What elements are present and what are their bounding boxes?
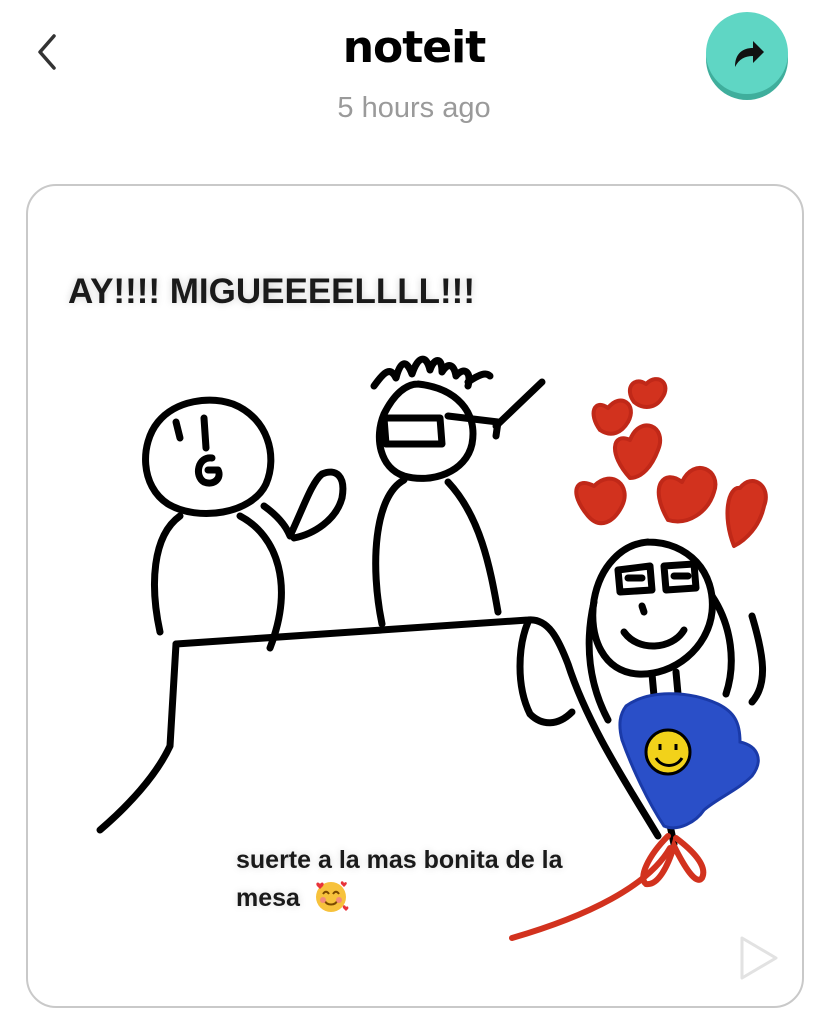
play-icon [740,936,778,980]
share-arrow-icon [735,41,764,67]
caption-bottom-text: suerte a la mas bonita de la mesa [236,846,563,912]
caption-top: AY!!!! MIGUEEEELLLL!!! [68,272,475,311]
app-title: noteit [342,22,487,73]
top-bar: noteit 5 hours ago [0,0,828,150]
timestamp: 5 hours ago [337,92,491,124]
note-card[interactable]: AY!!!! MIGUEEEELLLL!!! suerte a la mas b… [26,184,804,1008]
play-button[interactable] [734,932,782,984]
smiling-face-with-hearts-icon [315,881,349,912]
caption-bottom: suerte a la mas bonita de la mesa [236,842,616,916]
share-button[interactable] [706,12,788,94]
